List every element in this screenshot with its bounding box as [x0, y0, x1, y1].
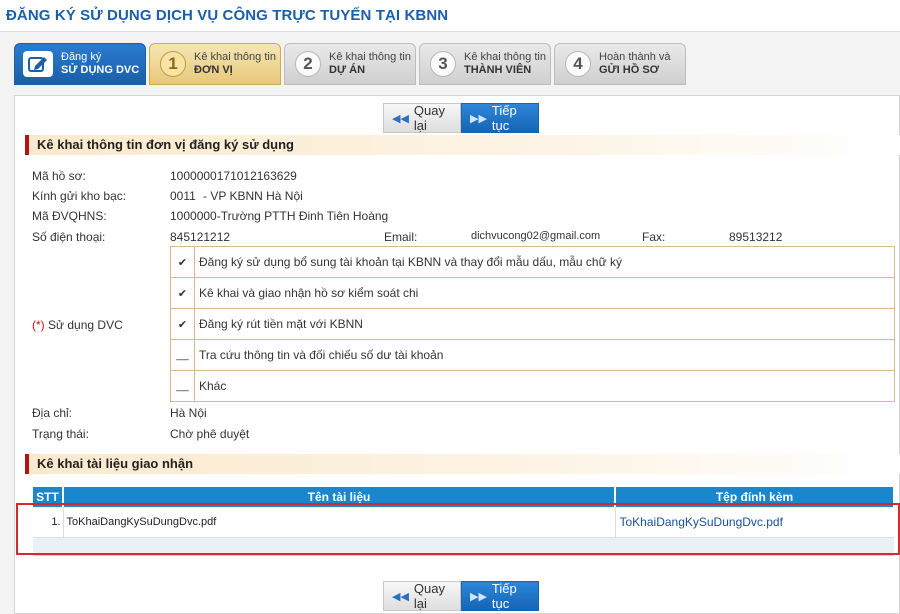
- kho-bac-label: Kính gửi kho bạc:: [32, 189, 127, 203]
- fax-value: 89513212: [729, 230, 783, 244]
- status-label: Trạng thái:: [32, 427, 89, 441]
- service-checkbox[interactable]: __: [170, 370, 195, 402]
- tab-member-info[interactable]: 3 Kê khai thông tin THÀNH VIÊN: [419, 43, 551, 85]
- address-value: Hà Nội: [170, 406, 207, 420]
- status-value: Chờ phê duyệt: [170, 427, 250, 441]
- dvc-services-table: ✔ Đăng ký sử dụng bổ sung tài khoản tại …: [170, 246, 895, 402]
- fax-label: Fax:: [642, 230, 666, 244]
- tab-line2: THÀNH VIÊN: [464, 64, 532, 76]
- unit-section-title: Kê khai thông tin đơn vị đăng ký sử dụng: [25, 135, 900, 155]
- service-label: Đăng ký rút tiền mặt với KBNN: [194, 308, 895, 340]
- dvqhns-value: 1000000-Trường PTTH Đinh Tiên Hoàng: [170, 209, 389, 223]
- tab-line2: ĐƠN VỊ: [194, 64, 233, 76]
- service-checkbox[interactable]: __: [170, 339, 195, 371]
- phone-value: 845121212: [170, 230, 231, 244]
- footer-cell: [33, 537, 63, 556]
- service-checkbox[interactable]: ✔: [170, 277, 195, 309]
- tab-line2: DỰ ÁN: [329, 64, 366, 76]
- service-checkbox[interactable]: ✔: [170, 308, 195, 340]
- service-label: Đăng ký sử dụng bổ sung tài khoản tại KB…: [194, 246, 895, 278]
- tab-unit-info[interactable]: 1 Kê khai thông tin ĐƠN VỊ: [149, 43, 281, 85]
- forward-icon: ▶▶: [470, 590, 487, 603]
- page-title: ĐĂNG KÝ SỬ DỤNG DỊCH VỤ CÔNG TRỰC TUYẾN …: [0, 0, 900, 32]
- tab-register-dvc[interactable]: Đăng ký SỬ DỤNG DVC: [14, 43, 146, 85]
- back-button[interactable]: ◀◀ Quay lại: [383, 103, 461, 133]
- next-label: Tiếp tục: [491, 581, 517, 611]
- service-label: Khác: [194, 370, 895, 402]
- back-label: Quay lại: [413, 103, 445, 133]
- phone-label: Số điện thoại:: [32, 230, 106, 244]
- column-header: STT: [33, 487, 64, 507]
- tab-line1: Kê khai thông tin: [329, 51, 411, 63]
- tab-line1: Kê khai thông tin: [194, 51, 276, 63]
- wizard-steps: Đăng ký SỬ DỤNG DVC 1 Kê khai thông tin …: [14, 43, 686, 85]
- table-row: 1. ToKhaiDangKySuDungDvc.pdf ToKhaiDangK…: [33, 507, 894, 538]
- forward-icon: ▶▶: [470, 112, 487, 125]
- edit-icon: [23, 51, 53, 77]
- top-actions: ◀◀ Quay lại ▶▶ Tiếp tục: [383, 103, 539, 133]
- dvqhns-label: Mã ĐVQHNS:: [32, 209, 107, 223]
- ma-ho-so-label: Mã hồ sơ:: [32, 169, 86, 183]
- rewind-icon: ◀◀: [392, 590, 409, 603]
- footer-cell: [615, 537, 894, 556]
- docs-table-header: STT Tên tài liệu Tệp đính kèm: [33, 487, 895, 507]
- footer-cell: [63, 537, 615, 556]
- tab-project-info[interactable]: 2 Kê khai thông tin DỰ ÁN: [284, 43, 416, 85]
- dvc-label-text: Sử dụng DVC: [48, 318, 123, 332]
- next-button[interactable]: ▶▶ Tiếp tục: [461, 103, 539, 133]
- column-header: Tệp đính kèm: [615, 487, 895, 507]
- service-row: ✔ Kê khai và giao nhận hồ sơ kiểm soát c…: [170, 277, 895, 309]
- tab-line1: Đăng ký: [61, 51, 102, 63]
- column-header: Tên tài liệu: [63, 487, 616, 507]
- service-row: __ Tra cứu thông tin và đối chiếu số dư …: [170, 339, 895, 371]
- email-label: Email:: [384, 230, 418, 244]
- service-row: __ Khác: [170, 370, 895, 402]
- tab-line2: SỬ DỤNG DVC: [61, 64, 140, 76]
- service-checkbox[interactable]: ✔: [170, 246, 195, 278]
- tab-line2: GỬI HỒ SƠ: [599, 64, 660, 76]
- bottom-actions: ◀◀ Quay lại ▶▶ Tiếp tục: [383, 581, 539, 611]
- address-label: Địa chỉ:: [32, 406, 73, 420]
- step-number: 2: [295, 51, 321, 77]
- kho-bac-name: - VP KBNN Hà Nội: [203, 189, 303, 203]
- tab-line1: Hoàn thành và: [599, 51, 671, 63]
- row-stt: 1.: [33, 507, 63, 538]
- back-button[interactable]: ◀◀ Quay lại: [383, 581, 461, 611]
- tab-finish-submit[interactable]: 4 Hoàn thành và GỬI HỒ SƠ: [554, 43, 686, 85]
- next-label: Tiếp tục: [491, 103, 517, 133]
- tab-line1: Kê khai thông tin: [464, 51, 546, 63]
- docs-section-title: Kê khai tài liệu giao nhận: [25, 454, 900, 474]
- back-label: Quay lại: [413, 581, 445, 611]
- step-number: 3: [430, 51, 456, 77]
- email-value: dichvucong02@gmail.com: [471, 230, 601, 242]
- dvc-label: (*) Sử dụng DVC: [32, 318, 123, 332]
- form-panel: ◀◀ Quay lại ▶▶ Tiếp tục Kê khai thông ti…: [14, 95, 900, 614]
- service-row: ✔ Đăng ký sử dụng bổ sung tài khoản tại …: [170, 246, 895, 278]
- next-button[interactable]: ▶▶ Tiếp tục: [461, 581, 539, 611]
- table-footer-row: [33, 537, 894, 556]
- step-number: 1: [160, 51, 186, 77]
- docs-table: STT Tên tài liệu Tệp đính kèm 1. ToKhaiD…: [33, 487, 895, 556]
- required-marker: (*): [32, 318, 45, 332]
- row-doc-name: ToKhaiDangKySuDungDvc.pdf: [62, 507, 615, 538]
- rewind-icon: ◀◀: [392, 112, 409, 125]
- ma-ho-so-value: 1000000171012163629: [170, 169, 297, 183]
- service-row: ✔ Đăng ký rút tiền mặt với KBNN: [170, 308, 895, 340]
- kho-bac-code: 0011: [170, 189, 196, 203]
- service-label: Kê khai và giao nhận hồ sơ kiểm soát chi: [194, 277, 895, 309]
- service-label: Tra cứu thông tin và đối chiếu số dư tài…: [194, 339, 895, 371]
- step-number: 4: [565, 51, 591, 77]
- row-attachment-link[interactable]: ToKhaiDangKySuDungDvc.pdf: [614, 507, 894, 538]
